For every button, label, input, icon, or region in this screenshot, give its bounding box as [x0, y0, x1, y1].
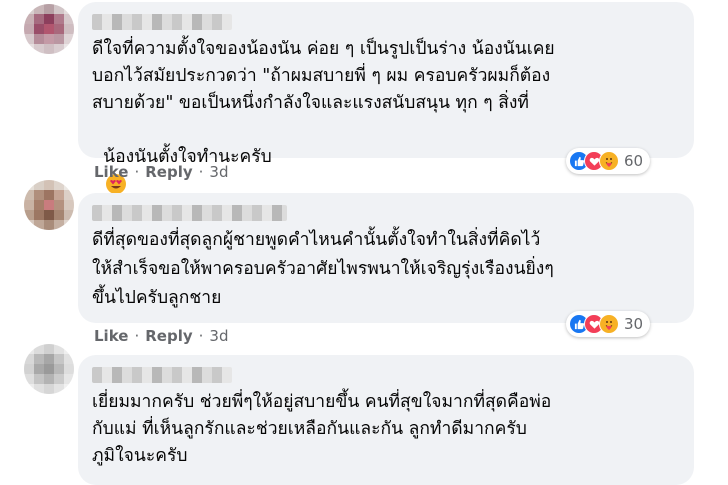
like-button[interactable]: Like: [94, 327, 128, 345]
care-reaction-icon: [599, 151, 619, 171]
comment-text-line: ดีที่สุดของที่สุดลูกผู้ชายพูดคำไหนคำนั้น…: [92, 230, 541, 250]
separator-dot: ·: [134, 327, 140, 345]
reply-button[interactable]: Reply: [145, 163, 192, 181]
avatar[interactable]: [24, 344, 74, 394]
separator-dot: ·: [198, 163, 204, 181]
comment-text-line: สบายด้วย" ขอเป็นหนึ่งกำลังใจและแรงสนับสน…: [92, 93, 529, 113]
comment-timestamp[interactable]: 3d: [209, 163, 228, 181]
comment-actions: Like · Reply · 3d: [94, 163, 228, 181]
comment-text-line: เยี่ยมมากครับ ช่วยพี่ๆให้อยู่สบายขึ้น คน…: [92, 392, 552, 412]
separator-dot: ·: [134, 163, 140, 181]
care-reaction-icon: [599, 314, 619, 334]
comment-timestamp[interactable]: 3d: [209, 327, 228, 345]
comment-text-line: กับแม่ ที่เห็นลูกรักและช่วยเหลือกันและกั…: [92, 419, 527, 439]
comment-text-line: บอกไว้สมัยประกวดว่า "ถ้าผมสบายพี่ ๆ ผม ค…: [92, 66, 551, 86]
like-button[interactable]: Like: [94, 163, 128, 181]
reaction-summary[interactable]: 60: [566, 148, 651, 174]
separator-dot: ·: [198, 327, 204, 345]
avatar[interactable]: [24, 4, 74, 54]
commenter-name-blurred[interactable]: [92, 367, 232, 383]
reaction-summary[interactable]: 30: [566, 311, 651, 337]
comment-text-line: ให้สำเร็จขอให้พาครอบครัวอาศัยไพรพนาให้เจ…: [92, 259, 554, 279]
comment-text-line: ขึ้นไปครับลูกชาย: [92, 288, 222, 308]
commenter-name-blurred[interactable]: [92, 205, 287, 221]
reaction-count: 30: [624, 315, 644, 333]
avatar[interactable]: [24, 180, 74, 230]
comment-text-line: ดีใจที่ความตั้งใจของน้องนัน ค่อย ๆ เป็นร…: [92, 39, 555, 59]
comment-text-line: ภูมิใจนะครับ: [92, 446, 188, 466]
commenter-name-blurred[interactable]: [92, 14, 232, 30]
reaction-count: 60: [624, 152, 644, 170]
comment-actions: Like · Reply · 3d: [94, 327, 228, 345]
reply-button[interactable]: Reply: [145, 327, 192, 345]
